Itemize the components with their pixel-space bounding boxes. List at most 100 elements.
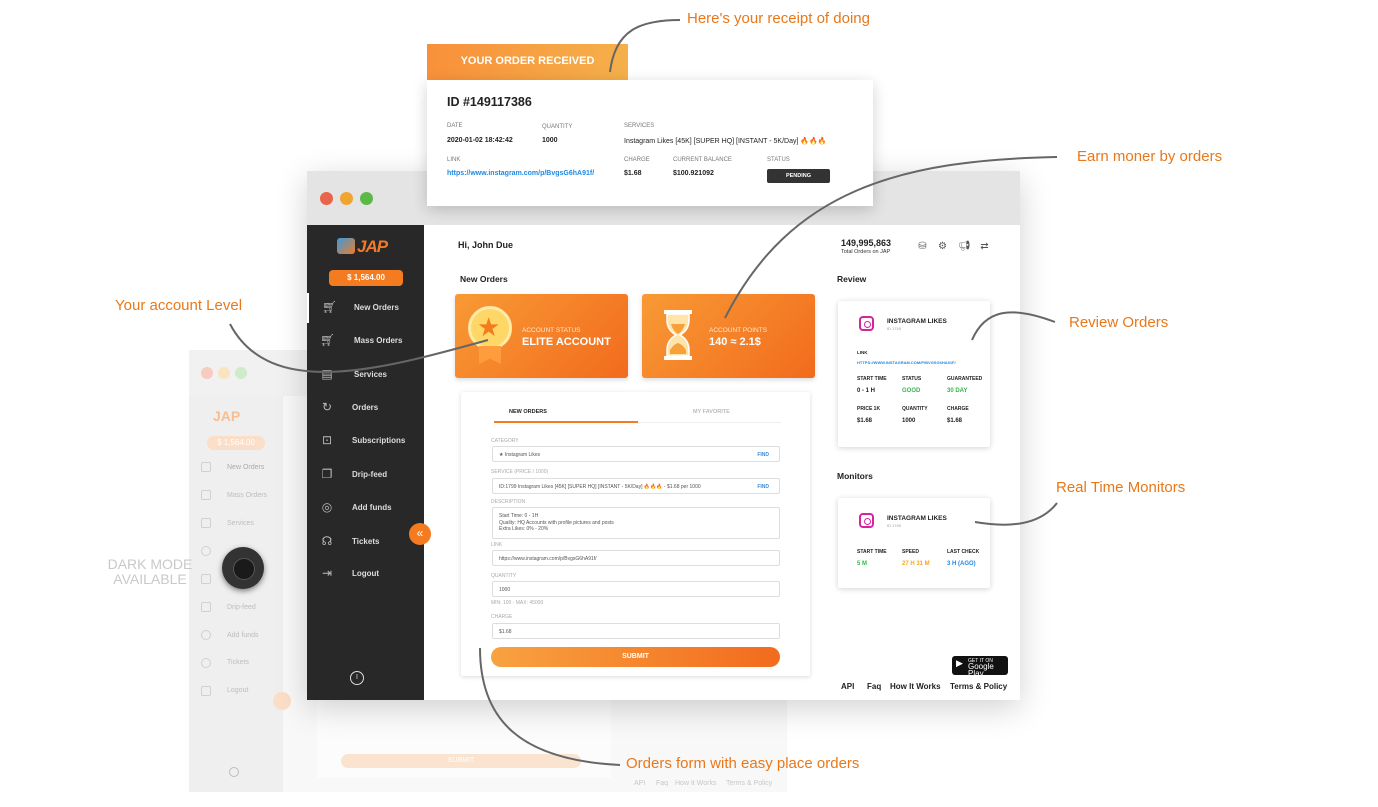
receipt-balance-label: CURRENT BALANCE [673,157,732,163]
service-find-button[interactable]: FIND [757,484,769,490]
charge-field: $1.68 [492,623,780,639]
ghost-submit-button: SUBMIT [341,754,581,768]
tab-new-orders[interactable]: NEW ORDERS [509,409,547,415]
ghost-power-icon [229,767,239,777]
sidebar-item-logout[interactable]: ⇥ Logout [307,559,424,589]
megaphone-icon[interactable]: 📢︎ [958,241,971,252]
callout-form: Orders form with easy place orders [626,755,860,772]
monitor-check-label: LAST CHECK [947,549,980,555]
link-value: https://www.instagram.com/p/BvgsG6hA91f/ [499,556,597,562]
callout-receipt: Here's your receipt of doing [687,10,870,27]
callout-monitors: Real Time Monitors [1056,479,1186,496]
window-maximize-dot[interactable] [360,192,373,205]
ghost-footer-link: How It Works [675,780,717,787]
footer-link-terms[interactable]: Terms & Policy [950,682,1007,691]
service-select[interactable]: ID:1799 Instagram Likes [45K] [SUPER HQ]… [492,478,780,494]
status-badge: PENDING [767,169,830,183]
sidebar-item-orders[interactable]: ↻ Orders [307,393,424,423]
medal-icon [468,306,512,350]
monitor-start-value: 5 M [857,561,868,567]
account-points-label: ACCOUNT POINTS [709,327,768,334]
ghost-refresh-icon [201,546,211,556]
sidebar-item-new-orders[interactable]: 🛒︎ New Orders [307,293,424,323]
exchange-icon[interactable]: ⇄ [979,241,990,252]
sidebar-item-label: New Orders [354,303,399,312]
greeting: Hi, John Due [458,240,514,250]
sidebar-item-tickets[interactable]: ☊ Tickets [307,527,424,557]
footer-link-faq[interactable]: Faq [867,682,881,691]
section-title-review: Review [837,274,867,284]
quantity-label: QUANTITY [491,573,517,579]
receipt-header: YOUR ORDER RECEIVED [427,44,628,80]
sidebar-item-mass-orders[interactable]: 🛒︎ Mass Orders [307,326,424,356]
receipt-id: ID #149117386 [447,95,532,109]
review-status-label: STATUS [902,376,922,382]
sidebar-item-label: Drip-feed [352,470,388,479]
database-icon[interactable]: ⛁ [917,241,928,252]
quantity-value: 1000 [499,587,511,593]
sidebar-item-add-funds[interactable]: ◎ Add funds [307,493,424,523]
refresh-icon: ↻ [321,400,333,414]
receipt-services: Instagram Likes [45K] [SUPER HQ] [INSTAN… [624,138,827,145]
gear-icon[interactable]: ⚙ [937,241,948,252]
logo-text: JAP [357,237,388,256]
quantity-input[interactable]: 1000 [492,581,780,597]
google-play-badge[interactable]: GET IT ON Google Play [952,656,1008,678]
category-select[interactable]: ★ Instagram Likes FIND [492,446,780,462]
ghost-nav-label: Tickets [227,659,249,666]
review-link[interactable]: HTTPS://WWW.INSTAGRAM.COM/P/BVGSG6HA91F/ [857,360,956,365]
window-close-dot[interactable] [320,192,333,205]
sidebar-item-services[interactable]: ▤ Services [307,360,424,390]
sidebar-item-drip-feed[interactable]: ❐ Drip-feed [307,460,424,490]
jap-logo[interactable]: JAP [337,237,388,257]
review-card[interactable]: INSTAGRAM LIKES ID 1749 LINK HTTPS://WWW… [838,301,990,447]
ghost-wallet-icon [201,630,211,640]
instagram-icon [859,316,874,331]
link-input[interactable]: https://www.instagram.com/p/BvgsG6hA91f/ [492,550,780,566]
ghost-nav-label: Services [227,520,254,527]
main-content: Hi, John Due 149,995,863 Total Orders on… [424,225,1020,700]
review-status-value: GOOD [902,388,921,394]
review-price-label: PRICE 1K [857,406,881,412]
receipt-services-label: SERVICES [624,123,655,129]
submit-button[interactable]: SUBMIT [491,647,780,667]
ghost-nav-label: Mass Orders [227,492,268,499]
ghost-nav-label: Logout [227,687,249,694]
ghost-balance: $ 1,564.00 [207,436,265,450]
sidebar-item-subscriptions[interactable]: ⊡ Subscriptions [307,426,424,456]
callout-level: Your account Level [115,297,243,314]
monitor-speed-value: 27 H 31 M [902,561,930,567]
account-status-value: ELITE ACCOUNT [522,336,611,348]
monitor-card[interactable]: INSTAGRAM LIKES ID 1749 START TIME 5 M S… [838,498,990,588]
tab-my-favorite[interactable]: MY FAVORITE [693,409,730,415]
sidebar-item-label: Mass Orders [354,336,403,345]
receipt-link-label: LINK [447,157,461,163]
promo-stage: JAP $ 1,564.00 New Orders Mass Orders Se… [0,0,1378,807]
review-charge-value: $1.68 [947,418,963,424]
list-icon: ▤ [321,367,333,381]
service-label: SERVICE (PRICE / 1000) [491,469,549,475]
ghost-collapse-button [273,692,291,710]
ghost-footer-link: API [634,780,646,787]
receipt-link[interactable]: https://www.instagram.com/p/BvgsG6hA91f/ [447,170,594,177]
ghost-inbox-icon [201,574,211,584]
balance-badge[interactable]: $ 1,564.00 [329,270,403,286]
monitor-start-label: START TIME [857,549,887,555]
receipt-date: 2020-01-02 18:42:42 [447,137,513,144]
dark-mode-toggle[interactable] [222,547,264,589]
layers-icon: ❐ [321,467,333,481]
power-icon[interactable]: I [350,671,364,685]
active-tab-indicator [494,421,638,423]
footer-link-api[interactable]: API [841,682,854,691]
category-value: ★ Instagram Likes [499,452,541,458]
ghost-nav-label: Add funds [227,632,259,639]
review-quantity-label: QUANTITY [902,406,928,412]
monitor-card-title: INSTAGRAM LIKES [887,515,947,522]
window-minimize-dot[interactable] [340,192,353,205]
monitor-card-id: ID 1749 [887,523,902,528]
tab-divider [638,422,781,423]
category-find-button[interactable]: FIND [757,452,769,458]
category-label: CATEGORY [491,438,519,444]
footer-link-how-it-works[interactable]: How It Works [890,682,941,691]
service-value: ID:1799 Instagram Likes [45K] [SUPER HQ]… [499,484,701,490]
